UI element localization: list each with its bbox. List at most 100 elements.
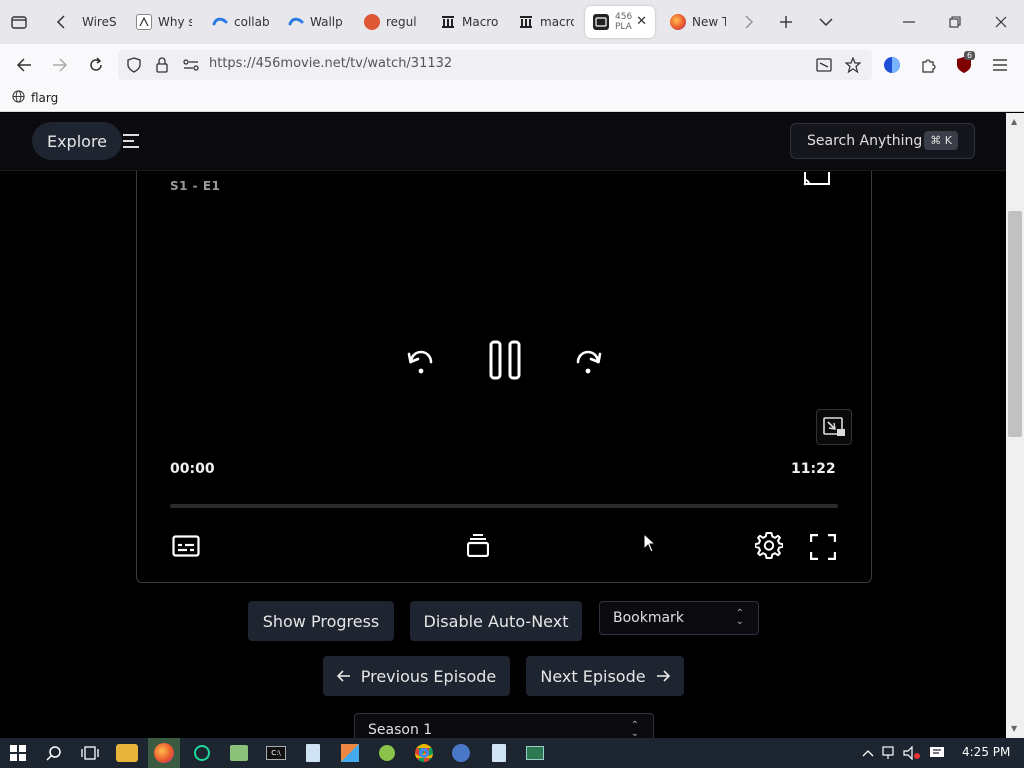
next-episode-button[interactable]: Next Episode (526, 656, 684, 696)
tab-wireshark[interactable]: WireS (74, 6, 118, 38)
tray-expand-icon[interactable] (856, 741, 880, 765)
bookmark-star-icon[interactable] (843, 55, 863, 75)
cast-icon[interactable] (802, 171, 832, 190)
season-select[interactable]: Season 1 ⌃ ⌄ (354, 713, 654, 738)
menu-icon[interactable] (122, 133, 140, 149)
search-icon[interactable] (42, 741, 66, 765)
green-app-icon[interactable] (375, 741, 399, 765)
select-chevron-icon: ⌃ ⌄ (630, 720, 639, 739)
control-panel-icon[interactable] (338, 741, 362, 765)
pause-icon[interactable] (489, 340, 521, 384)
building-icon (518, 14, 534, 30)
tab-list-icon[interactable] (8, 12, 30, 32)
progress-bar[interactable] (170, 504, 838, 508)
scroll-up-icon[interactable]: ▲ (1011, 117, 1017, 126)
network-tool-icon[interactable] (449, 741, 473, 765)
restore-icon[interactable] (944, 12, 966, 32)
list-all-tabs-icon[interactable] (816, 12, 836, 32)
reader-view-icon[interactable] (814, 55, 834, 75)
tab-collab[interactable]: collab (204, 6, 270, 38)
permissions-icon[interactable] (181, 55, 201, 75)
extension-badge: 6 (964, 51, 976, 60)
film-icon (593, 14, 609, 30)
page-scrollbar[interactable]: ▲ ▼ (1006, 113, 1024, 738)
explore-button[interactable]: Explore (32, 122, 122, 160)
account-icon[interactable] (882, 55, 902, 75)
picture-in-picture-icon[interactable] (816, 409, 852, 445)
tab-regul[interactable]: regul (356, 6, 422, 38)
bookmark-flarg[interactable]: flarg (12, 90, 58, 106)
windows-taskbar: C:\ 4:25 PM (0, 738, 1024, 768)
task-view-icon[interactable] (78, 741, 102, 765)
forward-arrow-icon[interactable] (50, 55, 70, 75)
scroll-thumb[interactable] (1008, 211, 1022, 437)
hamburger-menu-icon[interactable] (990, 55, 1010, 75)
new-tab-icon[interactable] (776, 12, 796, 32)
disable-auto-next-button[interactable]: Disable Auto-Next (410, 601, 582, 641)
extensions-puzzle-icon[interactable] (918, 55, 938, 75)
close-window-icon[interactable] (990, 12, 1012, 32)
tab-bar: WireS Why s collab Wallp regul Macro mac… (0, 0, 1024, 44)
bookmarks-toolbar: flarg (0, 86, 1024, 112)
tab-title: New T (692, 15, 726, 29)
video-player[interactable]: S1 - E1 00:00 11:22 (136, 171, 872, 583)
previous-episode-button[interactable]: Previous Episode (323, 656, 510, 696)
volume-muted-icon[interactable] (900, 741, 924, 765)
previous-episode-label: Previous Episode (360, 666, 497, 686)
file-explorer-icon[interactable] (116, 744, 138, 762)
network-icon[interactable] (878, 741, 902, 765)
fullscreen-icon[interactable] (809, 533, 837, 564)
document-icon (136, 14, 152, 30)
web-page: Explore Search Anything ⌘ K S1 - E1 00:0… (0, 113, 1006, 738)
firefox-icon[interactable] (152, 741, 176, 765)
site-header: Explore Search Anything ⌘ K (0, 113, 1006, 171)
scroll-tabs-right-icon[interactable] (740, 12, 758, 32)
reload-icon[interactable] (86, 55, 106, 75)
show-progress-button[interactable]: Show Progress (248, 601, 394, 641)
search-shortcut-badge: ⌘ K (924, 131, 958, 150)
opera-gx-icon[interactable] (190, 741, 214, 765)
shield-icon[interactable] (124, 55, 144, 75)
url-text[interactable]: https://456movie.net/tv/watch/31132 (209, 56, 452, 71)
subtitles-icon[interactable] (172, 535, 200, 561)
lock-icon[interactable] (152, 55, 172, 75)
terminal-icon[interactable]: C:\ (264, 741, 288, 765)
tab-456movie[interactable]: 456 PLA ✕ (585, 6, 655, 38)
clock[interactable]: 4:25 PM (962, 745, 1010, 759)
next-episode-label: Next Episode (540, 666, 646, 686)
episodes-stack-icon[interactable] (466, 533, 490, 561)
search-button[interactable]: Search Anything ⌘ K (790, 123, 975, 159)
document-icon[interactable] (301, 741, 325, 765)
tab-macro-2[interactable]: macro (510, 6, 574, 38)
notes-icon[interactable] (487, 741, 511, 765)
chrome-icon[interactable] (412, 741, 436, 765)
tab-new-tab[interactable]: New T (662, 6, 726, 38)
tab-title: 456 (615, 12, 633, 22)
rewind-icon[interactable] (404, 348, 438, 378)
windows-start-icon[interactable] (6, 741, 30, 765)
notifications-icon[interactable] (925, 741, 949, 765)
fast-forward-icon[interactable] (571, 348, 605, 378)
tab-title: regul (386, 15, 417, 29)
arrow-left-icon (336, 667, 351, 686)
scroll-down-icon[interactable]: ▼ (1011, 724, 1017, 733)
notepad-icon[interactable] (227, 741, 251, 765)
tab-wallp[interactable]: Wallp (280, 6, 346, 38)
tab-title: collab (234, 15, 270, 29)
bookmark-select[interactable]: Bookmark ⌃ ⌄ (599, 601, 759, 635)
bookmark-select-value: Bookmark (613, 610, 684, 626)
close-tab-icon[interactable]: ✕ (636, 14, 647, 29)
season-select-value: Season 1 (368, 722, 433, 738)
settings-gear-icon[interactable] (754, 531, 784, 563)
back-arrow-icon[interactable] (14, 55, 34, 75)
minimize-icon[interactable] (898, 12, 920, 32)
tab-why[interactable]: Why s (128, 6, 192, 38)
tab-macro[interactable]: Macro (432, 6, 502, 38)
tab-title: Macro (462, 15, 499, 29)
tab-title: Why s (158, 15, 192, 29)
mouse-cursor-icon (643, 532, 657, 557)
ublock-icon[interactable]: 6 (954, 51, 976, 75)
remote-desktop-icon[interactable] (523, 741, 547, 765)
navigation-toolbar: https://456movie.net/tv/watch/31132 6 (0, 44, 1024, 86)
scroll-tabs-left-icon[interactable] (52, 12, 70, 32)
